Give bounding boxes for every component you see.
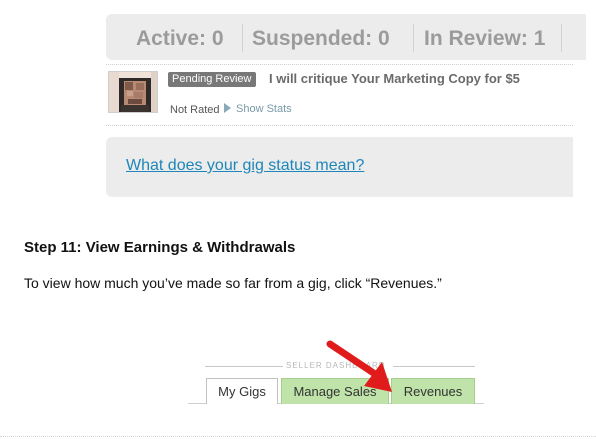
status-active[interactable]: Active: 0 <box>136 27 224 51</box>
show-stats-label: Show Stats <box>236 103 292 115</box>
status-suspended[interactable]: Suspended: 0 <box>252 27 390 51</box>
gig-status-help-link[interactable]: What does your gig status mean? <box>126 157 364 175</box>
show-stats-link[interactable]: Show Stats <box>224 103 292 115</box>
step-instructions: To view how much you’ve made so far from… <box>24 275 442 291</box>
red-pointer-arrow-icon <box>326 340 392 392</box>
status-divider <box>413 24 414 52</box>
gig-status-bar: Active: 0 Suspended: 0 In Review: 1 <box>106 14 586 60</box>
gig-row: Pending Review I will critique Your Mark… <box>106 64 573 126</box>
step-heading: Step 11: View Earnings & Withdrawals <box>24 239 296 256</box>
status-in-review[interactable]: In Review: 1 <box>424 27 545 51</box>
gig-title[interactable]: I will critique Your Marketing Copy for … <box>269 70 520 88</box>
tab-my-gigs[interactable]: My Gigs <box>206 378 278 404</box>
gig-thumbnail[interactable] <box>108 71 158 113</box>
page-bottom-divider <box>0 436 596 437</box>
row-divider <box>106 64 573 65</box>
rating-status: Not Rated <box>170 104 220 116</box>
play-arrow-icon <box>224 103 231 113</box>
gig-status-help-box: What does your gig status mean? <box>106 137 573 197</box>
dashboard-rule <box>205 366 283 367</box>
status-divider <box>242 24 243 52</box>
pending-review-badge: Pending Review <box>168 72 256 87</box>
status-divider <box>561 24 562 52</box>
avatar-photo-icon <box>109 72 157 112</box>
row-divider <box>106 125 573 126</box>
